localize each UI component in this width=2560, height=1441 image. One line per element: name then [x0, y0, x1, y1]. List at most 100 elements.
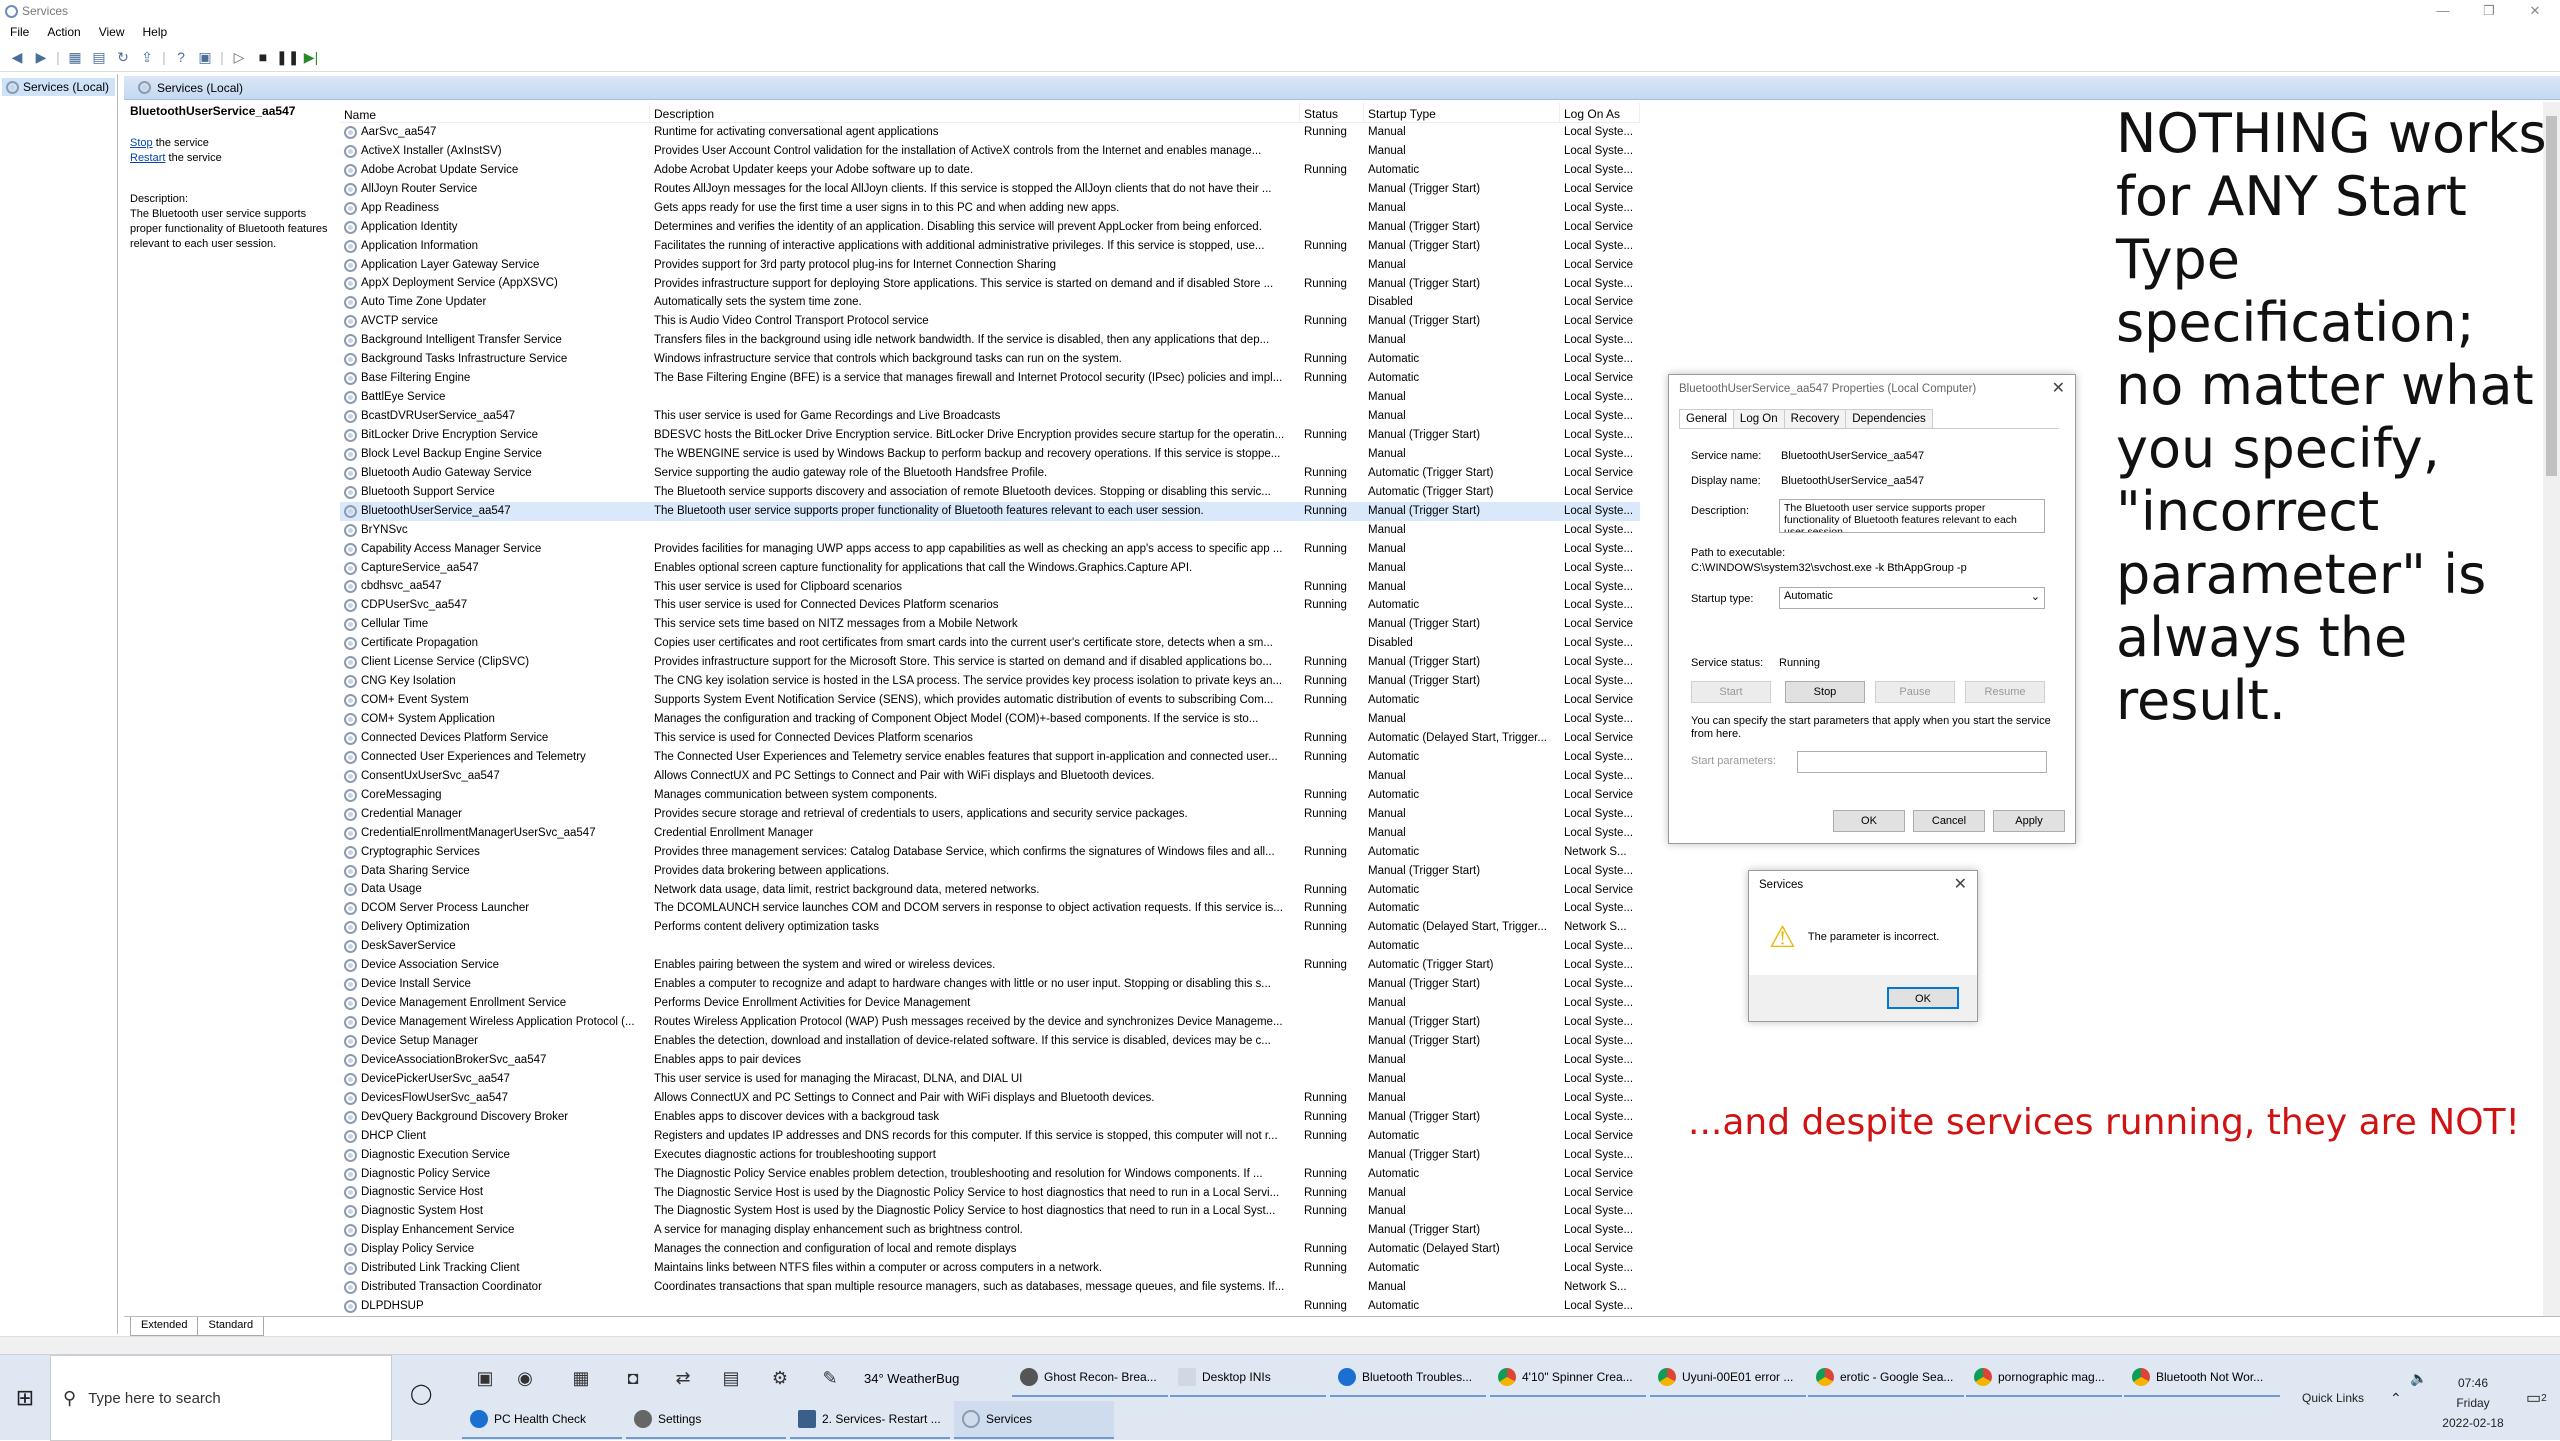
close-button[interactable]: ✕: [2512, 0, 2558, 22]
taskbar-item-active[interactable]: Services: [954, 1401, 1114, 1439]
start-button[interactable]: Start: [1691, 681, 1771, 703]
start-service-icon[interactable]: ▷: [228, 46, 250, 68]
taskbar-item[interactable]: 2. Services- Restart ...: [790, 1401, 950, 1439]
table-row[interactable]: BrYNSvc Manual Local Syste...: [340, 521, 1640, 540]
table-row[interactable]: Bluetooth Audio Gateway Service Service s…: [340, 464, 1640, 483]
taskbar-item[interactable]: Settings: [626, 1401, 786, 1439]
pinned-app-icon[interactable]: ▣: [470, 1359, 500, 1397]
table-row[interactable]: Device Management Wireless Application P…: [340, 1013, 1640, 1032]
menu-view[interactable]: View: [99, 25, 125, 39]
taskbar-item[interactable]: Ghost Recon- Brea...: [1012, 1359, 1168, 1397]
tab-dependencies[interactable]: Dependencies: [1845, 409, 1933, 428]
table-row[interactable]: Diagnostic Execution Service Executes dia…: [340, 1146, 1640, 1165]
table-row[interactable]: Client License Service (ClipSVC) Provides…: [340, 653, 1640, 672]
pinned-app-icon[interactable]: ⚙: [765, 1359, 795, 1397]
table-row[interactable]: Device Association Service Enables pairin…: [340, 956, 1640, 975]
table-row[interactable]: Connected User Experiences and Telemetry…: [340, 748, 1640, 767]
table-row[interactable]: CDPUserSvc_aa547 This user service is use…: [340, 596, 1640, 615]
calculator-icon[interactable]: ▦: [566, 1359, 596, 1397]
table-row[interactable]: BluetoothUserService_aa547 The Bluetooth …: [340, 501, 1640, 521]
table-row[interactable]: CNG Key Isolation The CNG key isolation s…: [340, 672, 1640, 691]
tab-general[interactable]: General: [1679, 409, 1734, 428]
maximize-button[interactable]: ❐: [2466, 0, 2512, 22]
table-row[interactable]: COM+ System Application Manages the confi…: [340, 710, 1640, 729]
taskbar-item[interactable]: pornographic mag...: [1966, 1359, 2122, 1397]
pinned-app-icon[interactable]: ✎: [815, 1359, 845, 1397]
table-row[interactable]: Bluetooth Support Service The Bluetooth s…: [340, 483, 1640, 502]
table-row[interactable]: Delivery Optimization Performs content de…: [340, 918, 1640, 937]
system-clock[interactable]: 07:46 Friday 2022-02-18: [2418, 1373, 2528, 1433]
table-row[interactable]: AllJoyn Router Service Routes AllJoyn mes…: [340, 180, 1640, 199]
table-row[interactable]: AarSvc_aa547 Runtime for activating conve…: [340, 123, 1640, 142]
table-row[interactable]: App Readiness Gets apps ready for use the…: [340, 199, 1640, 218]
table-row[interactable]: Application Identity Determines and verif…: [340, 218, 1640, 237]
table-row[interactable]: DLPDHSUP Running Automatic Local Syste...: [340, 1297, 1640, 1313]
table-row[interactable]: DHCP Client Registers and updates IP addr…: [340, 1127, 1640, 1146]
table-row[interactable]: AVCTP service This is Audio Video Control…: [340, 312, 1640, 331]
table-row[interactable]: Diagnostic Service Host The Diagnostic Se…: [340, 1184, 1640, 1203]
table-row[interactable]: Application Information Facilitates the r…: [340, 237, 1640, 256]
table-row[interactable]: DevicesFlowUserSvc_aa547 Allows ConnectUX…: [340, 1089, 1640, 1108]
quick-links-toolbar[interactable]: Quick Links: [2302, 1355, 2364, 1441]
notification-center-icon[interactable]: ▭ 2: [2526, 1355, 2547, 1441]
close-icon[interactable]: ✕: [1954, 871, 1967, 899]
table-row[interactable]: COM+ Event System Supports System Event N…: [340, 691, 1640, 710]
chevron-up-icon[interactable]: ⌃: [2390, 1355, 2402, 1441]
export-list-icon[interactable]: ⇪: [136, 46, 158, 68]
table-row[interactable]: Diagnostic System Host The Diagnostic Sys…: [340, 1202, 1640, 1221]
pinned-app-icon[interactable]: ⇄: [668, 1359, 698, 1397]
column-header-name[interactable]: Name: [340, 103, 650, 122]
weather-widget[interactable]: 34° WeatherBug: [856, 1359, 1006, 1397]
table-row[interactable]: Auto Time Zone Updater Automatically sets…: [340, 293, 1640, 312]
taskbar-item[interactable]: Uyuni-00E01 error ...: [1650, 1359, 1806, 1397]
table-row[interactable]: Background Intelligent Transfer Service T…: [340, 331, 1640, 350]
table-row[interactable]: DevicePickerUserSvc_aa547 This user servi…: [340, 1070, 1640, 1089]
table-row[interactable]: Display Policy Service Manages the connec…: [340, 1240, 1640, 1259]
stop-service-icon[interactable]: ■: [252, 46, 274, 68]
start-params-input[interactable]: [1797, 751, 2047, 773]
startup-type-select[interactable]: Automatic ⌄: [1779, 587, 2045, 609]
taskbar-item[interactable]: erotic - Google Sea...: [1808, 1359, 1964, 1397]
show-hide-tree-icon[interactable]: ▦: [64, 46, 86, 68]
table-row[interactable]: Device Install Service Enables a computer…: [340, 975, 1640, 994]
taskbar-search[interactable]: ⚲ Type here to search: [50, 1355, 392, 1441]
table-row[interactable]: Adobe Acrobat Update Service Adobe Acroba…: [340, 161, 1640, 180]
column-header-description[interactable]: Description: [650, 103, 1300, 122]
table-row[interactable]: Display Enhancement Service A service for…: [340, 1221, 1640, 1240]
table-row[interactable]: AppX Deployment Service (AppXSVC) Provide…: [340, 275, 1640, 294]
ok-button[interactable]: OK: [1887, 987, 1959, 1009]
table-row[interactable]: CaptureService_aa547 Enables optional scr…: [340, 559, 1640, 578]
column-header-startup-type[interactable]: Startup Type: [1364, 103, 1560, 122]
table-row[interactable]: Data Usage Network data usage, data limit…: [340, 881, 1640, 900]
table-row[interactable]: Certificate Propagation Copies user certi…: [340, 634, 1640, 653]
ok-button[interactable]: OK: [1833, 810, 1905, 832]
description-field[interactable]: The Bluetooth user service supports prop…: [1779, 499, 2045, 533]
column-header-log-on-as[interactable]: Log On As: [1560, 103, 1640, 122]
table-row[interactable]: Capability Access Manager Service Provide…: [340, 540, 1640, 559]
table-row[interactable]: Distributed Transaction Coordinator Coord…: [340, 1278, 1640, 1297]
restart-service-link[interactable]: Restart: [130, 152, 165, 164]
table-row[interactable]: Distributed Link Tracking Client Maintain…: [340, 1259, 1640, 1278]
table-row[interactable]: cbdhsvc_aa547 This user service is used f…: [340, 578, 1640, 597]
taskbar-item[interactable]: Bluetooth Not Wor...: [2124, 1359, 2280, 1397]
table-row[interactable]: Diagnostic Policy Service The Diagnostic …: [340, 1165, 1640, 1184]
table-row[interactable]: Application Layer Gateway Service Provide…: [340, 256, 1640, 275]
taskbar-item[interactable]: Desktop INIs: [1170, 1359, 1326, 1397]
table-row[interactable]: Data Sharing Service Provides data broker…: [340, 862, 1640, 881]
tab-standard[interactable]: Standard: [197, 1317, 265, 1336]
action-pane-icon[interactable]: ▣: [194, 46, 216, 68]
taskbar-item[interactable]: PC Health Check: [462, 1401, 622, 1439]
table-row[interactable]: Device Management Enrollment Service Perf…: [340, 994, 1640, 1013]
table-row[interactable]: ConsentUxUserSvc_aa547 Allows ConnectUX a…: [340, 767, 1640, 786]
table-row[interactable]: Block Level Backup Engine Service The WBE…: [340, 445, 1640, 464]
menu-file[interactable]: File: [10, 25, 29, 39]
stop-service-link[interactable]: Stop: [130, 137, 153, 149]
properties-icon[interactable]: ▤: [88, 46, 110, 68]
pinned-app-icon[interactable]: ◘: [618, 1359, 648, 1397]
refresh-icon[interactable]: ↻: [112, 46, 134, 68]
table-row[interactable]: DeskSaverService Automatic Local Syste...: [340, 937, 1640, 956]
table-row[interactable]: Cellular Time This service sets time base…: [340, 615, 1640, 634]
table-row[interactable]: Connected Devices Platform Service This s…: [340, 729, 1640, 748]
windows-start-icon[interactable]: ⊞: [0, 1355, 50, 1441]
tab-extended[interactable]: Extended: [130, 1317, 199, 1336]
